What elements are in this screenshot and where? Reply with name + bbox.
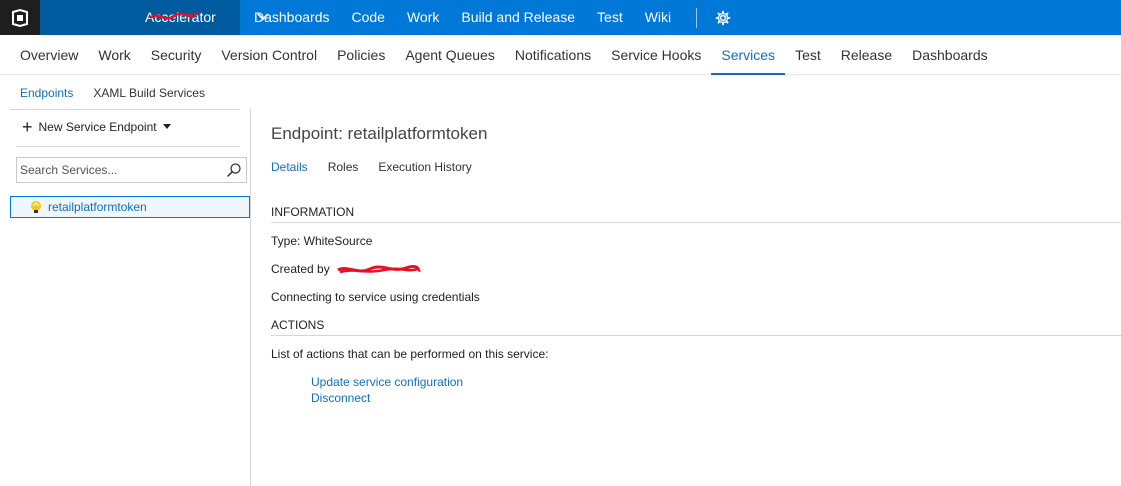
disconnect-link[interactable]: Disconnect	[311, 391, 370, 405]
top-nav-wiki[interactable]: Wiki	[634, 0, 682, 35]
connecting-line: Connecting to service using credentials	[271, 290, 480, 304]
settings-button[interactable]	[715, 10, 731, 26]
hub-notifications[interactable]: Notifications	[505, 35, 601, 74]
vsts-logo[interactable]	[0, 0, 40, 35]
redacted-user-scribble	[337, 264, 422, 274]
new-service-endpoint-button[interactable]: + New Service Endpoint	[22, 117, 171, 137]
top-nav-work[interactable]: Work	[396, 0, 450, 35]
created-by-label: Created by	[271, 262, 330, 276]
hub-test[interactable]: Test	[785, 35, 831, 74]
hub-work[interactable]: Work	[88, 35, 140, 74]
new-service-endpoint-label: New Service Endpoint	[38, 120, 157, 134]
gear-icon	[715, 10, 731, 25]
top-nav-code[interactable]: Code	[341, 0, 396, 35]
tab-execution-history[interactable]: Execution History	[378, 160, 471, 174]
chevron-down-icon	[257, 13, 269, 21]
hub-policies[interactable]: Policies	[327, 35, 395, 74]
left-panel-top-border	[10, 109, 240, 110]
services-pivot-nav: Endpoints XAML Build Services	[0, 76, 215, 109]
actions-heading: ACTIONS	[271, 318, 1121, 336]
vsts-logo-icon	[12, 8, 28, 27]
plus-icon: +	[22, 117, 33, 137]
top-nav: Dashboards Code Work Build and Release T…	[240, 0, 731, 35]
whitesource-icon	[29, 200, 43, 214]
tab-details[interactable]: Details	[271, 160, 308, 174]
type-line: Type: WhiteSource	[271, 234, 373, 248]
hub-services[interactable]: Services	[711, 35, 785, 75]
endpoint-tabs: Details Roles Execution History	[271, 160, 492, 174]
project-selector[interactable]: Accelerator	[40, 0, 269, 35]
top-nav-build-release[interactable]: Build and Release	[450, 0, 586, 35]
caret-down-icon	[162, 124, 171, 129]
redaction-scribble	[149, 11, 199, 20]
top-nav-test[interactable]: Test	[586, 0, 634, 35]
tab-roles[interactable]: Roles	[328, 160, 359, 174]
hub-service-hooks[interactable]: Service Hooks	[601, 35, 711, 74]
top-nav-separator	[696, 7, 698, 28]
information-heading: INFORMATION	[271, 205, 1121, 223]
left-divider	[16, 146, 240, 147]
update-service-configuration-link[interactable]: Update service configuration	[311, 375, 463, 389]
hub-overview[interactable]: Overview	[10, 35, 88, 74]
endpoint-list-item[interactable]: retailplatformtoken	[10, 196, 250, 218]
hub-version-control[interactable]: Version Control	[211, 35, 327, 74]
hub-security[interactable]: Security	[141, 35, 212, 74]
top-bar: Accelerator Dashboards Code Work Build a…	[0, 0, 1121, 35]
search-icon[interactable]	[226, 162, 242, 178]
search-services-input[interactable]	[17, 163, 222, 177]
admin-hub-nav: Overview Work Security Version Control P…	[0, 35, 1121, 75]
created-by-line: Created by	[271, 262, 422, 276]
pivot-endpoints[interactable]: Endpoints	[10, 86, 83, 100]
actions-intro: List of actions that can be performed on…	[271, 347, 549, 361]
hub-dashboards[interactable]: Dashboards	[902, 35, 998, 74]
pivot-xaml-build-services[interactable]: XAML Build Services	[83, 86, 215, 100]
search-services-box	[16, 157, 247, 183]
endpoint-title: Endpoint: retailplatformtoken	[271, 124, 488, 143]
hub-release[interactable]: Release	[831, 35, 902, 74]
hub-agent-queues[interactable]: Agent Queues	[395, 35, 505, 74]
endpoint-name: retailplatformtoken	[48, 200, 147, 214]
